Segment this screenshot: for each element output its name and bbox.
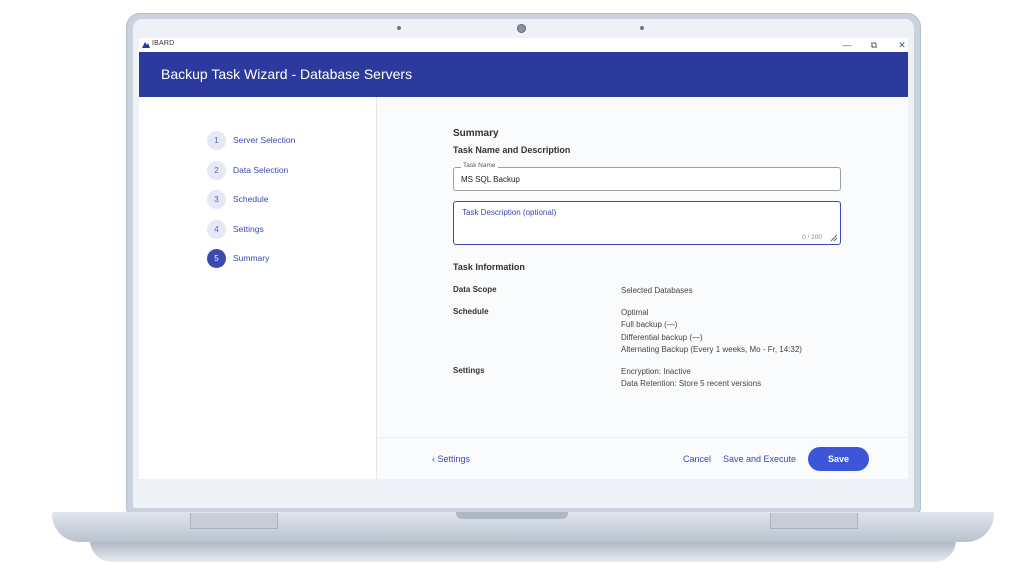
step-label: Schedule [233, 194, 269, 204]
webcam-icon [517, 24, 526, 33]
step-server-selection[interactable]: 1 Server Selection [207, 131, 377, 151]
task-information-heading: Task Information [453, 262, 525, 272]
data-scope-value: Selected Databases [621, 286, 693, 295]
step-label: Server Selection [233, 135, 296, 145]
subsection-heading: Task Name and Description [453, 145, 571, 155]
footer-divider [377, 437, 908, 438]
laptop-hinge-left [190, 513, 278, 529]
schedule-line: Differential backup (—) [621, 332, 703, 342]
step-data-selection[interactable]: 2 Data Selection [207, 161, 377, 181]
sensor-dot [640, 26, 644, 30]
step-label: Settings [233, 224, 264, 234]
laptop-hinge-right [770, 513, 858, 529]
task-description-textarea[interactable]: Task Description (optional) 0 / 200 [453, 201, 841, 245]
ibard-logo-icon [142, 42, 150, 48]
sensor-dot [397, 26, 401, 30]
schedule-line: Full backup (—) [621, 320, 678, 330]
page-title: Backup Task Wizard - Database Servers [161, 66, 413, 82]
wizard-header: Backup Task Wizard - Database Servers [139, 52, 908, 97]
app-name: IBARD [152, 40, 175, 47]
step-schedule[interactable]: 3 Schedule [207, 190, 377, 210]
schedule-line: Alternating Backup (Every 1 weeks, Mo - … [621, 344, 802, 354]
task-name-field[interactable]: Task Name MS SQL Backup [453, 162, 841, 191]
step-number: 5 [207, 249, 226, 268]
save-button[interactable]: Save [808, 447, 869, 471]
summary-panel: Summary Task Name and Description Task N… [377, 97, 908, 479]
save-and-execute-button[interactable]: Save and Execute [723, 454, 796, 464]
minimize-button[interactable]: — [836, 38, 858, 52]
close-button[interactable]: ✕ [891, 38, 908, 52]
schedule-line: Optimal [621, 308, 649, 317]
wizard-steps-sidebar: 1 Server Selection 2 Data Selection 3 Sc… [139, 97, 377, 479]
settings-line: Encryption: Inactive [621, 367, 691, 376]
schedule-label: Schedule [453, 307, 489, 316]
step-settings[interactable]: 4 Settings [207, 220, 377, 240]
resize-handle-icon[interactable] [830, 234, 838, 242]
step-label: Data Selection [233, 165, 289, 175]
laptop-notch [456, 512, 568, 519]
task-name-value: MS SQL Backup [461, 175, 520, 184]
step-summary[interactable]: 5 Summary [207, 249, 377, 269]
settings-line: Data Retention: Store 5 recent versions [621, 379, 762, 389]
laptop-base-shadow [90, 540, 956, 562]
step-number: 1 [207, 131, 226, 150]
schedule-value: Optimal Full backup (—) Differential bac… [621, 307, 802, 356]
task-name-label: Task Name [461, 162, 498, 169]
section-heading: Summary [453, 128, 499, 139]
settings-label: Settings [453, 366, 485, 375]
app-window: IBARD — ⧉ ✕ Backup Task Wizard - Databas… [139, 38, 908, 479]
character-counter: 0 / 200 [802, 234, 822, 241]
data-scope-label: Data Scope [453, 285, 497, 294]
settings-value: Encryption: Inactive Data Retention: Sto… [621, 366, 761, 391]
step-number: 2 [207, 161, 226, 180]
step-number: 3 [207, 190, 226, 209]
back-settings-link[interactable]: ‹ Settings [432, 454, 470, 464]
step-number: 4 [207, 220, 226, 239]
title-bar: IBARD — ⧉ ✕ [139, 38, 908, 52]
task-description-placeholder: Task Description (optional) [462, 208, 557, 217]
step-label: Summary [233, 253, 270, 263]
restore-button[interactable]: ⧉ [863, 38, 885, 52]
cancel-button[interactable]: Cancel [683, 454, 711, 464]
